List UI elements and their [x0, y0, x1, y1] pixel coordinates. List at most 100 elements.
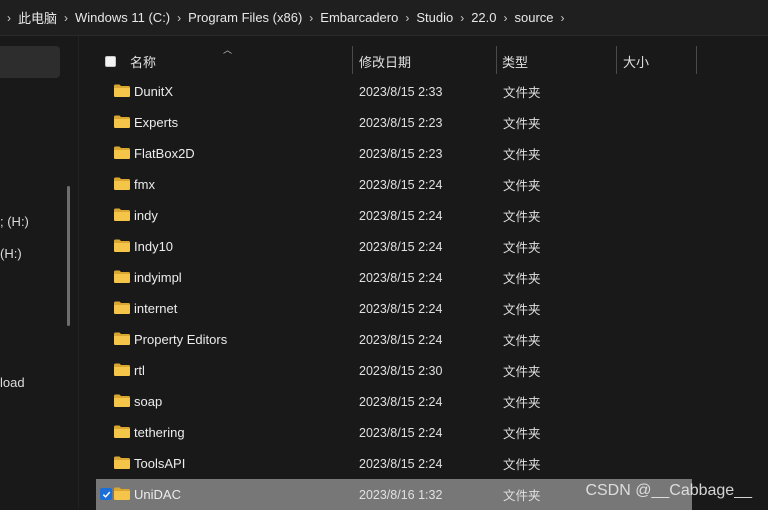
file-row[interactable]: fmx 2023/8/15 2:24 文件夹: [96, 169, 692, 200]
file-date: 2023/8/15 2:23: [359, 115, 443, 130]
file-date: 2023/8/16 1:32: [359, 487, 443, 502]
file-date: 2023/8/15 2:24: [359, 208, 443, 223]
file-row[interactable]: soap 2023/8/15 2:24 文件夹: [96, 386, 692, 417]
nav-selected-item[interactable]: [0, 46, 60, 78]
file-row[interactable]: Property Editors 2023/8/15 2:24 文件夹: [96, 324, 692, 355]
file-name: DunitX: [134, 84, 174, 99]
file-name: indyimpl: [134, 270, 182, 285]
folder-icon: [114, 332, 130, 345]
breadcrumb-separator-icon[interactable]: ›: [0, 11, 18, 25]
file-name: ToolsAPI: [134, 456, 186, 471]
file-list[interactable]: DunitX 2023/8/15 2:33 文件夹 Experts 2023/8/15 …: [96, 76, 768, 510]
file-date: 2023/8/15 2:33: [359, 84, 443, 99]
breadcrumb-separator-icon[interactable]: ›: [453, 11, 471, 25]
column-type[interactable]: 类型: [502, 44, 528, 78]
file-type: 文件夹: [503, 427, 541, 441]
file-row[interactable]: Experts 2023/8/15 2:23 文件夹: [96, 107, 692, 138]
folder-icon: [114, 84, 130, 97]
breadcrumb-separator-icon[interactable]: ›: [170, 11, 188, 25]
breadcrumb-item[interactable]: Windows 11 (C:): [75, 10, 170, 25]
nav-scrollbar[interactable]: [67, 186, 70, 326]
column-divider[interactable]: [496, 46, 497, 74]
column-divider[interactable]: [616, 46, 617, 74]
breadcrumb-item[interactable]: Embarcadero: [320, 10, 398, 25]
folder-icon: [114, 301, 130, 314]
file-type: 文件夹: [503, 489, 541, 503]
file-row[interactable]: indyimpl 2023/8/15 2:24 文件夹: [96, 262, 692, 293]
breadcrumb-separator-icon[interactable]: ›: [57, 11, 75, 25]
file-date: 2023/8/15 2:24: [359, 239, 443, 254]
file-date: 2023/8/15 2:24: [359, 332, 443, 347]
select-all-checkbox[interactable]: [105, 55, 116, 67]
file-name: tethering: [134, 425, 185, 440]
file-name: Experts: [134, 115, 179, 130]
breadcrumb-separator-icon[interactable]: ›: [398, 11, 416, 25]
column-name[interactable]: 名称: [130, 44, 156, 78]
file-date: 2023/8/15 2:30: [359, 363, 443, 378]
file-type: 文件夹: [503, 334, 541, 348]
address-bar[interactable]: › 此电脑 › Windows 11 (C:) › Program Files (x86)…: [0, 0, 768, 36]
file-row[interactable]: rtl 2023/8/15 2:30 文件夹: [96, 355, 692, 386]
row-checkbox-checked-icon[interactable]: [100, 488, 112, 500]
folder-icon: [114, 115, 130, 128]
file-row[interactable]: DunitX 2023/8/15 2:33 文件夹: [96, 76, 692, 107]
folder-icon: [114, 363, 130, 376]
file-type: 文件夹: [503, 396, 541, 410]
breadcrumb-item[interactable]: Program Files (x86): [188, 10, 302, 25]
breadcrumb-item[interactable]: 此电脑: [18, 8, 57, 27]
file-type: 文件夹: [503, 365, 541, 379]
file-row[interactable]: tethering 2023/8/15 2:24 文件夹: [96, 417, 692, 448]
folder-icon: [114, 270, 130, 283]
file-date: 2023/8/15 2:24: [359, 456, 443, 471]
file-name: fmx: [134, 177, 155, 192]
file-type: 文件夹: [503, 179, 541, 193]
file-type: 文件夹: [503, 86, 541, 100]
file-type: 文件夹: [503, 458, 541, 472]
file-date: 2023/8/15 2:24: [359, 394, 443, 409]
breadcrumb-item[interactable]: source: [515, 10, 554, 25]
file-date: 2023/8/15 2:24: [359, 425, 443, 440]
file-row[interactable]: Indy10 2023/8/15 2:24 文件夹: [96, 231, 692, 262]
file-row[interactable]: indy 2023/8/15 2:24 文件夹: [96, 200, 692, 231]
folder-icon: [114, 239, 130, 252]
file-date: 2023/8/15 2:24: [359, 301, 443, 316]
file-name: Indy10: [134, 239, 174, 254]
breadcrumb-separator-icon[interactable]: ›: [302, 11, 320, 25]
file-row[interactable]: FlatBox2D 2023/8/15 2:23 文件夹: [96, 138, 692, 169]
breadcrumb-item[interactable]: 22.0: [471, 10, 496, 25]
file-date: 2023/8/15 2:24: [359, 177, 443, 192]
navigation-pane[interactable]: ; (H:) (H:) load: [0, 36, 78, 509]
file-name: rtl: [134, 363, 145, 378]
file-name: soap: [134, 394, 163, 409]
nav-item-download[interactable]: load: [0, 375, 25, 390]
file-row[interactable]: ToolsAPI 2023/8/15 2:24 文件夹: [96, 448, 692, 479]
column-date[interactable]: 修改日期: [359, 44, 411, 78]
column-header: 名称 ︿ 修改日期 类型 大小: [80, 44, 768, 78]
nav-item-drive-h[interactable]: ; (H:): [0, 214, 29, 229]
breadcrumb-item[interactable]: Studio: [416, 10, 453, 25]
file-name: FlatBox2D: [134, 146, 195, 161]
column-divider[interactable]: [696, 46, 697, 74]
file-row[interactable]: internet 2023/8/15 2:24 文件夹: [96, 293, 692, 324]
folder-icon: [114, 425, 130, 438]
breadcrumb[interactable]: › 此电脑 › Windows 11 (C:) › Program Files (x86)…: [0, 8, 572, 27]
folder-icon: [114, 146, 130, 159]
nav-item-drive-h-2[interactable]: (H:): [0, 246, 22, 261]
select-all-checkbox-cell[interactable]: [105, 44, 116, 78]
file-name: indy: [134, 208, 158, 223]
column-size[interactable]: 大小: [623, 44, 649, 78]
column-divider[interactable]: [352, 46, 353, 74]
breadcrumb-separator-icon[interactable]: ›: [554, 11, 572, 25]
folder-icon: [114, 487, 130, 500]
folder-icon: [114, 208, 130, 221]
file-type: 文件夹: [503, 148, 541, 162]
watermark: CSDN @__Cabbage__: [585, 482, 752, 499]
file-name: internet: [134, 301, 178, 316]
sort-up-icon: ︿: [223, 45, 233, 55]
breadcrumb-separator-icon[interactable]: ›: [497, 11, 515, 25]
folder-icon: [114, 177, 130, 190]
pane-divider[interactable]: [78, 36, 79, 509]
folder-icon: [114, 394, 130, 407]
file-name: UniDAC: [134, 487, 181, 502]
file-type: 文件夹: [503, 303, 541, 317]
